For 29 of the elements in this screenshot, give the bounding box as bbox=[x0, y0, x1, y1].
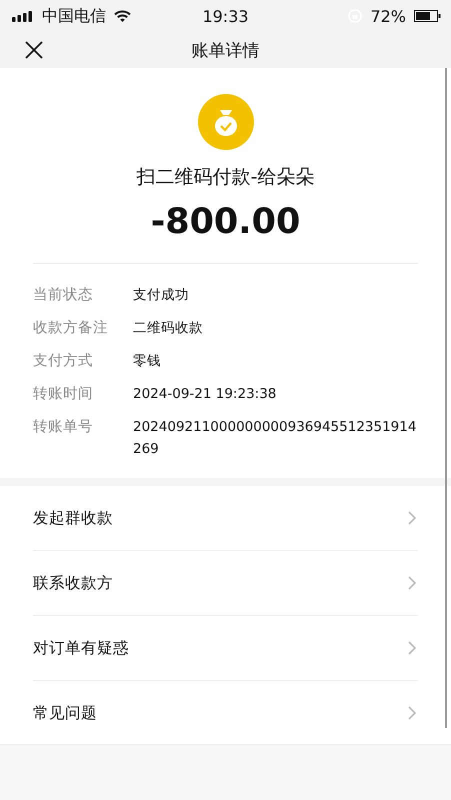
detail-label: 转账单号 bbox=[33, 418, 94, 437]
clock-time: 19:33 bbox=[202, 6, 249, 26]
close-icon bbox=[25, 41, 43, 59]
action-item[interactable]: 对订单有疑惑 bbox=[33, 616, 418, 681]
battery-percent: 72% bbox=[370, 6, 406, 26]
signal-icon bbox=[12, 10, 34, 22]
detail-value: 支付成功 bbox=[133, 286, 190, 305]
chevron-icon bbox=[408, 641, 416, 655]
detail-label: 当前状态 bbox=[33, 286, 94, 305]
detail-label: 支付方式 bbox=[33, 352, 94, 371]
close-button[interactable] bbox=[24, 40, 44, 60]
detail-label: 收款方备注 bbox=[33, 318, 109, 338]
wifi-icon bbox=[114, 10, 131, 22]
chevron-icon bbox=[408, 576, 416, 590]
detail-value: 202409211000000000936945512351914269 bbox=[133, 418, 418, 459]
amount: -800.00 bbox=[150, 202, 300, 242]
action-item[interactable]: 联系收款方 bbox=[33, 551, 418, 616]
detail-label: 转账时间 bbox=[33, 385, 94, 404]
action-item[interactable]: 发起群收款 bbox=[33, 486, 418, 551]
chevron-icon bbox=[408, 511, 416, 525]
carrier-name: 中国电信 bbox=[42, 6, 106, 26]
money-bag-icon bbox=[198, 94, 254, 150]
detail-value: 零钱 bbox=[133, 352, 162, 371]
detail-value: 二维码收款 bbox=[133, 319, 204, 338]
battery-icon bbox=[414, 10, 441, 22]
chevron-icon bbox=[408, 706, 416, 720]
transaction-title: 扫二维码付款-给朵朵 bbox=[136, 165, 314, 190]
detail-value: 2024-09-21 19:23:38 bbox=[133, 385, 278, 404]
page-title: 账单详情 bbox=[192, 40, 260, 62]
